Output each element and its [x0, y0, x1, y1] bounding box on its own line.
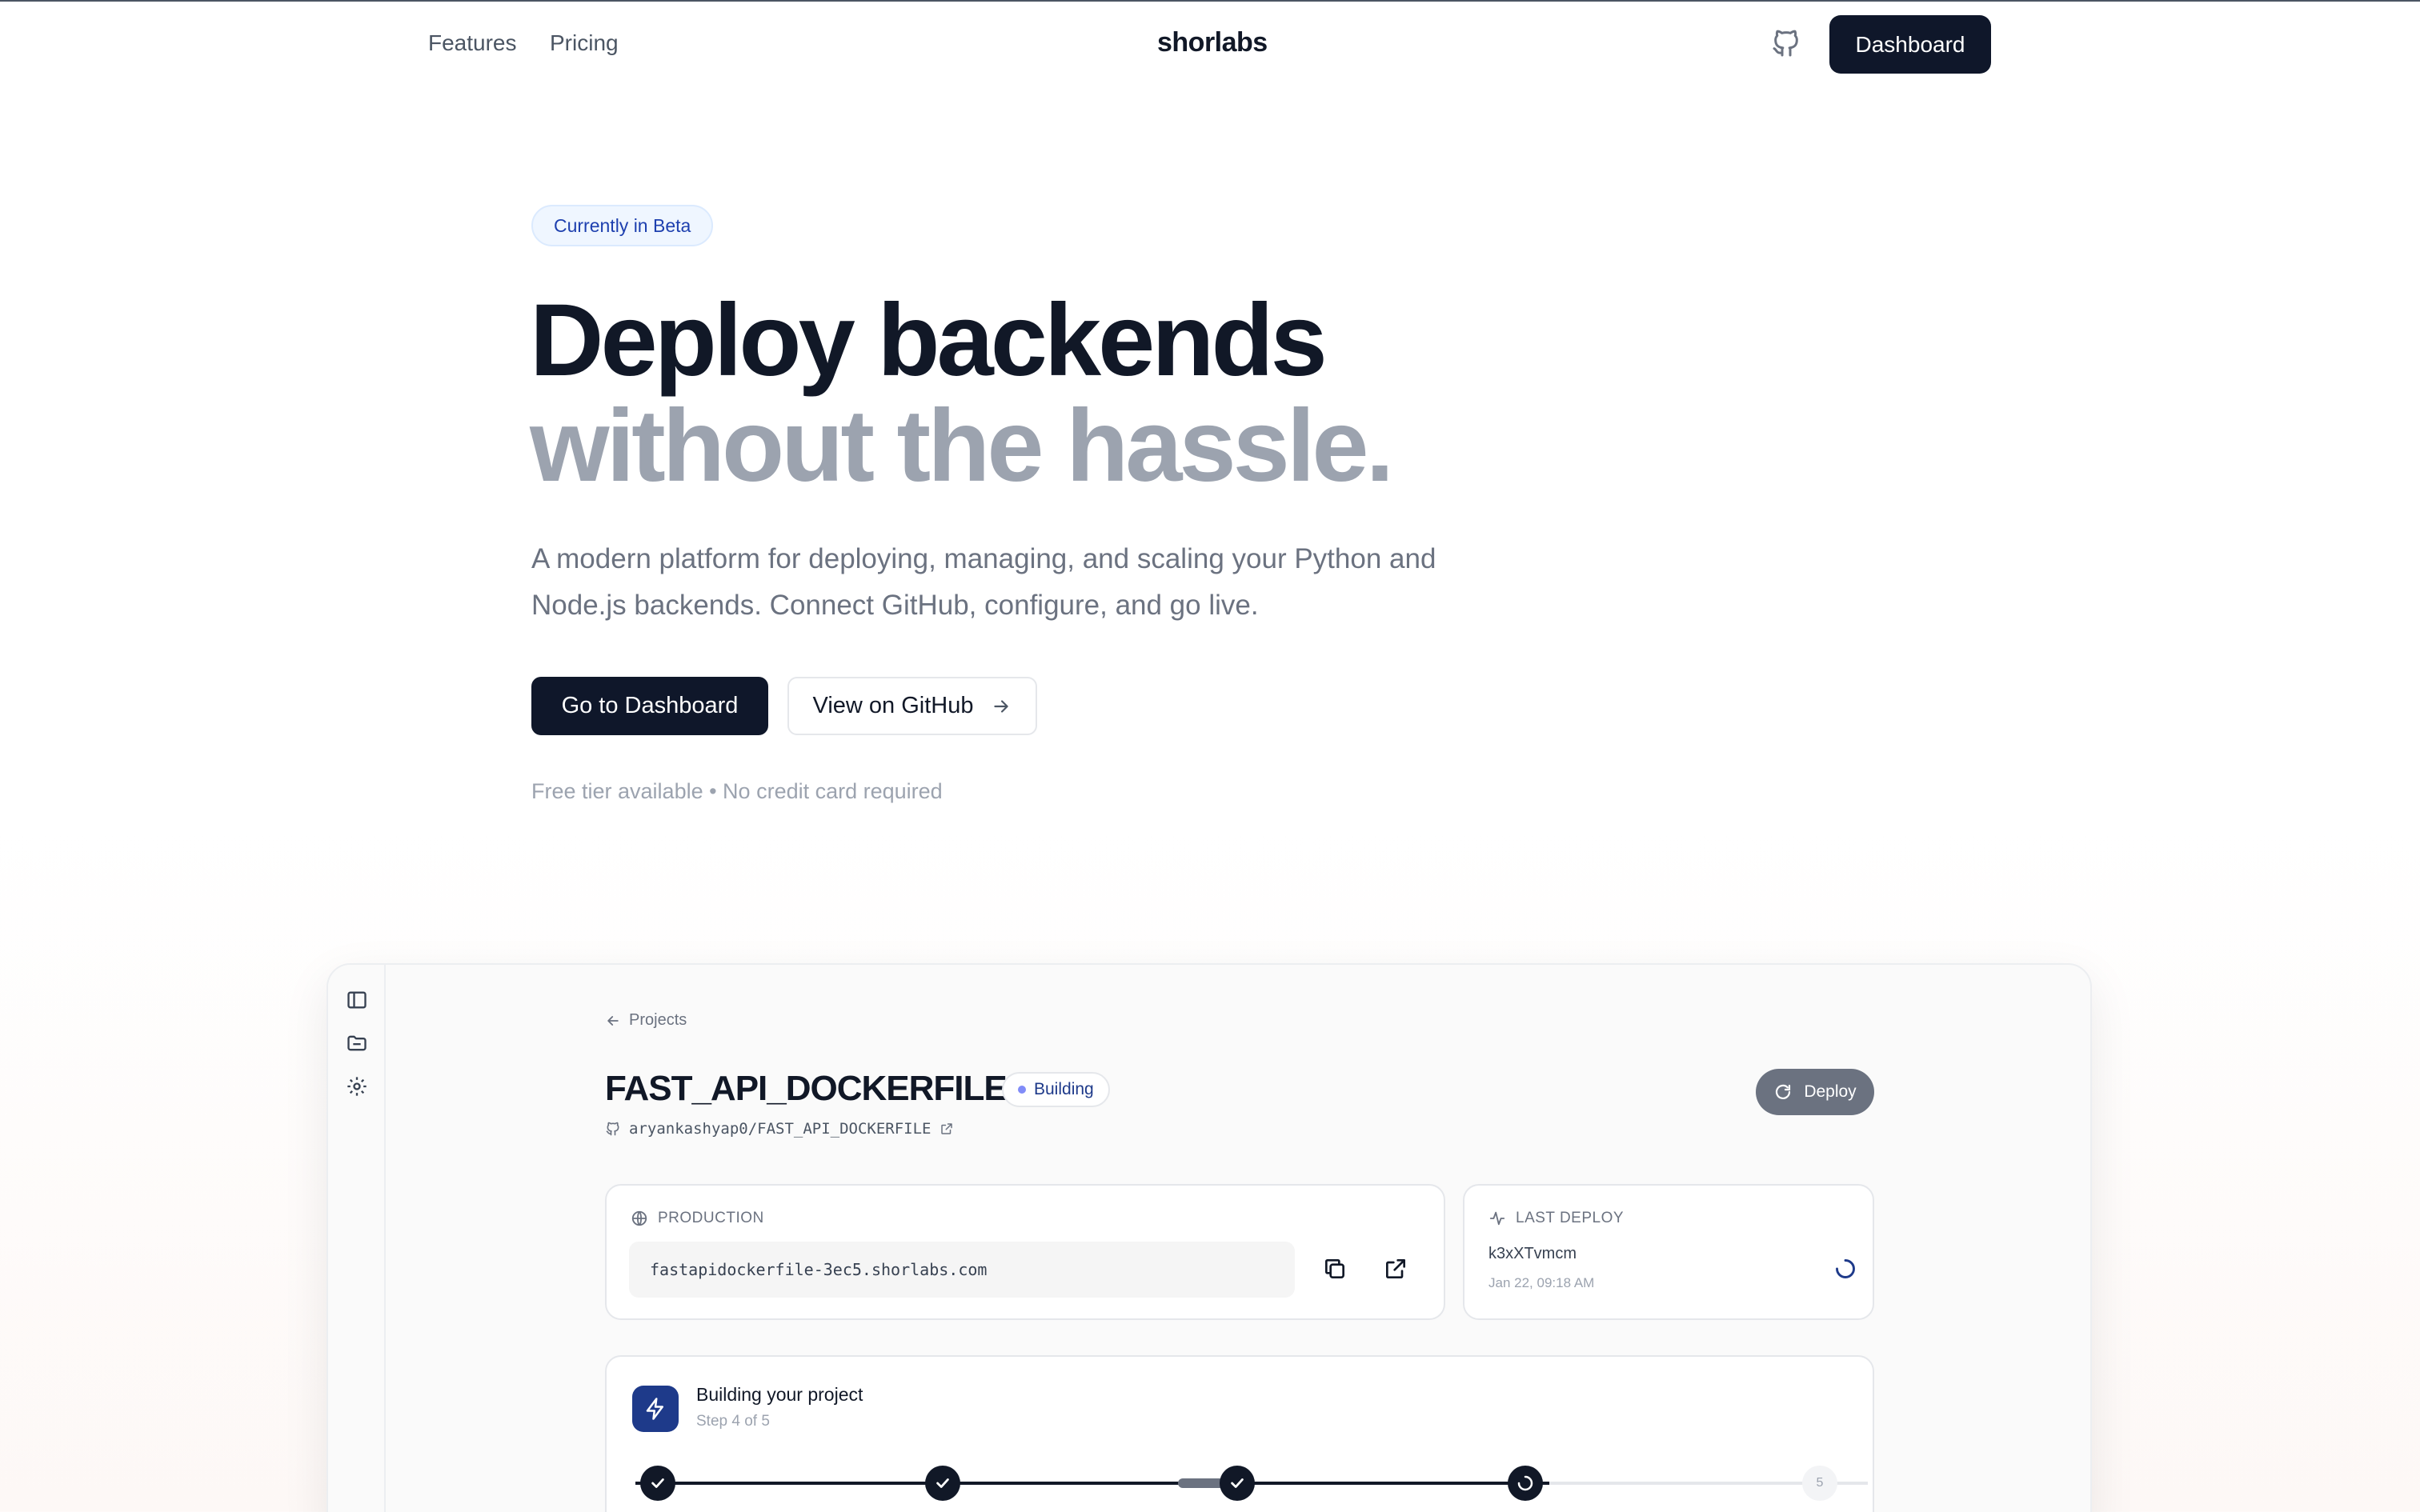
external-link-icon	[940, 1123, 952, 1134]
build-progress-card: Building your project Step 4 of 5 5	[605, 1355, 1874, 1512]
deploy-time: Jan 22, 09:18 AM	[1488, 1275, 1595, 1290]
go-to-dashboard-button[interactable]: Go to Dashboard	[531, 677, 768, 735]
github-icon[interactable]	[1770, 26, 1802, 61]
repo-name: aryankashyap0/FAST_API_DOCKERFILE	[629, 1120, 932, 1138]
loading-spinner-icon	[1836, 1259, 1855, 1278]
check-icon	[1231, 1478, 1244, 1488]
step-3-complete	[1220, 1466, 1255, 1501]
arrow-right-icon	[994, 699, 1009, 713]
fineprint: Free tier available • No credit card req…	[531, 779, 943, 803]
loading-spinner-icon	[1517, 1475, 1533, 1491]
external-link-icon[interactable]	[1383, 1256, 1408, 1282]
last-deploy-label: LAST DEPLOY	[1516, 1210, 1625, 1226]
status-label: Building	[1034, 1080, 1094, 1098]
commit-id: k3xXTvmcm	[1488, 1245, 1577, 1262]
status-dot	[1018, 1086, 1026, 1094]
folder-icon[interactable]	[346, 1032, 368, 1054]
build-title: Building your project	[696, 1384, 863, 1405]
deploy-button[interactable]: Deploy	[1756, 1069, 1874, 1115]
activity-icon	[1489, 1211, 1505, 1226]
project-title: FAST_API_DOCKERFILE	[605, 1069, 1008, 1108]
status-badge: Building	[1002, 1072, 1110, 1107]
lightning-icon	[632, 1386, 679, 1432]
nav-link-features[interactable]: Features	[428, 30, 517, 56]
last-deploy-card: LAST DEPLOY k3xXTvmcm Jan 22, 09:18 AM	[1463, 1184, 1874, 1320]
step-1-complete	[640, 1466, 675, 1501]
globe-icon	[631, 1210, 647, 1226]
headline-line-1: Deploy backends	[530, 283, 1328, 398]
breadcrumb[interactable]: Projects	[605, 1011, 687, 1030]
progress-fill	[635, 1482, 1549, 1485]
nav-link-pricing[interactable]: Pricing	[550, 30, 619, 56]
build-step-text: Step 4 of 5	[696, 1413, 770, 1430]
headline-line-2: without the hassle.	[530, 389, 1394, 503]
production-card: PRODUCTION fastapidockerfile-3ec5.shorla…	[605, 1184, 1445, 1320]
brand-logo[interactable]: shorlabs	[1157, 27, 1268, 58]
dashboard-preview: Projects FAST_API_DOCKERFILE Building ar…	[327, 963, 2092, 1512]
production-url[interactable]: fastapidockerfile-3ec5.shorlabs.com	[629, 1242, 1295, 1298]
top-nav: Features Pricing shorlabs Dashboard	[0, 0, 2420, 90]
copy-icon[interactable]	[1322, 1256, 1348, 1282]
view-on-github-button[interactable]: View on GitHub	[787, 677, 1037, 735]
dashboard-button[interactable]: Dashboard	[1829, 15, 1991, 74]
preview-sidebar	[328, 965, 386, 1512]
refresh-icon	[1776, 1084, 1791, 1099]
deploy-label: Deploy	[1804, 1082, 1857, 1101]
hero-description: A modern platform for deploying, managin…	[531, 543, 1436, 621]
production-label: PRODUCTION	[658, 1210, 764, 1226]
last-deploy-label-row: LAST DEPLOY	[1488, 1210, 1624, 1227]
step-2-complete	[925, 1466, 960, 1501]
breadcrumb-projects: Projects	[629, 1011, 687, 1029]
beta-badge: Currently in Beta	[531, 205, 714, 246]
view-on-github-label: View on GitHub	[812, 693, 974, 718]
sidebar-toggle-icon[interactable]	[346, 989, 368, 1011]
repo-link[interactable]: aryankashyap0/FAST_API_DOCKERFILE	[605, 1120, 954, 1138]
check-icon	[651, 1478, 664, 1488]
step-4-in-progress	[1508, 1466, 1543, 1501]
production-label-row: PRODUCTION	[631, 1210, 764, 1227]
gear-icon[interactable]	[346, 1075, 368, 1098]
check-icon	[936, 1478, 949, 1488]
github-icon	[606, 1122, 619, 1136]
step-5-pending: 5	[1802, 1466, 1837, 1501]
arrow-left-icon	[607, 1015, 619, 1026]
